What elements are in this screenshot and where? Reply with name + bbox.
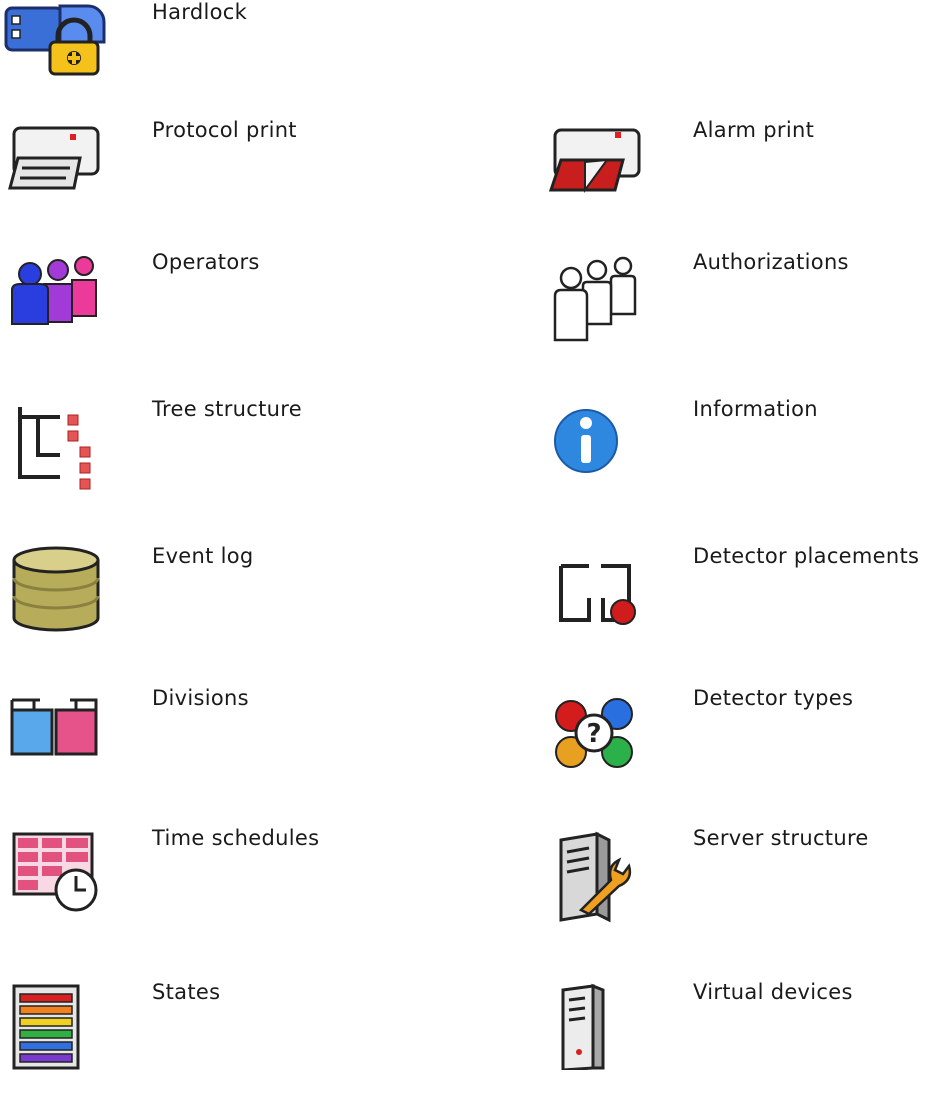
legend-entry-time-schedules: Time schedules: [0, 826, 470, 946]
detector-types-icon: ?: [541, 686, 651, 786]
legend-entry-hardlock: Hardlock: [0, 0, 470, 120]
label-time-schedules: Time schedules: [152, 826, 320, 850]
legend-entry-alarm-print: Alarm print: [541, 118, 936, 238]
label-operators: Operators: [152, 250, 260, 274]
legend-entry-event-log: Event log: [0, 544, 470, 664]
legend-entry-server-structure: Server structure: [541, 826, 936, 946]
label-divisions: Divisions: [152, 686, 249, 710]
legend-entry-information: Information: [541, 397, 936, 517]
label-tree-structure: Tree structure: [152, 397, 302, 421]
legend-entry-tree-structure: Tree structure: [0, 397, 470, 517]
legend-entry-divisions: Divisions: [0, 686, 470, 806]
label-event-log: Event log: [152, 544, 254, 568]
printer-icon: [0, 118, 110, 218]
legend-entry-detector-types: ? Detector types: [541, 686, 936, 806]
legend-entry-virtual-devices: Virtual devices: [541, 980, 936, 1100]
legend-entry-states: States: [0, 980, 470, 1100]
legend-entry-detector-placements: Detector placements: [541, 544, 936, 664]
legend-entry-operators: Operators: [0, 250, 470, 370]
information-icon: [541, 397, 651, 497]
legend-entry-protocol-print: Protocol print: [0, 118, 470, 238]
label-hardlock: Hardlock: [152, 0, 248, 24]
virtual-device-icon: [541, 980, 651, 1080]
legend-entry-authorizations: Authorizations: [541, 250, 936, 370]
operators-icon: [0, 250, 110, 350]
authorizations-icon: [541, 250, 651, 350]
label-detector-placements: Detector placements: [693, 544, 920, 568]
states-icon: [0, 980, 110, 1080]
label-authorizations: Authorizations: [693, 250, 849, 274]
time-schedule-icon: [0, 826, 110, 926]
tree-structure-icon: [0, 397, 110, 497]
label-virtual-devices: Virtual devices: [693, 980, 853, 1004]
label-states: States: [152, 980, 221, 1004]
label-protocol-print: Protocol print: [152, 118, 297, 142]
server-structure-icon: [541, 826, 651, 926]
label-alarm-print: Alarm print: [693, 118, 815, 142]
label-detector-types: Detector types: [693, 686, 854, 710]
database-icon: [0, 544, 110, 644]
hardlock-icon: [0, 0, 110, 98]
label-server-structure: Server structure: [693, 826, 869, 850]
divisions-icon: [0, 686, 110, 786]
alarm-printer-icon: [541, 118, 651, 218]
label-information: Information: [693, 397, 818, 421]
detector-placement-icon: [541, 544, 651, 644]
svg-text:?: ?: [586, 719, 601, 749]
